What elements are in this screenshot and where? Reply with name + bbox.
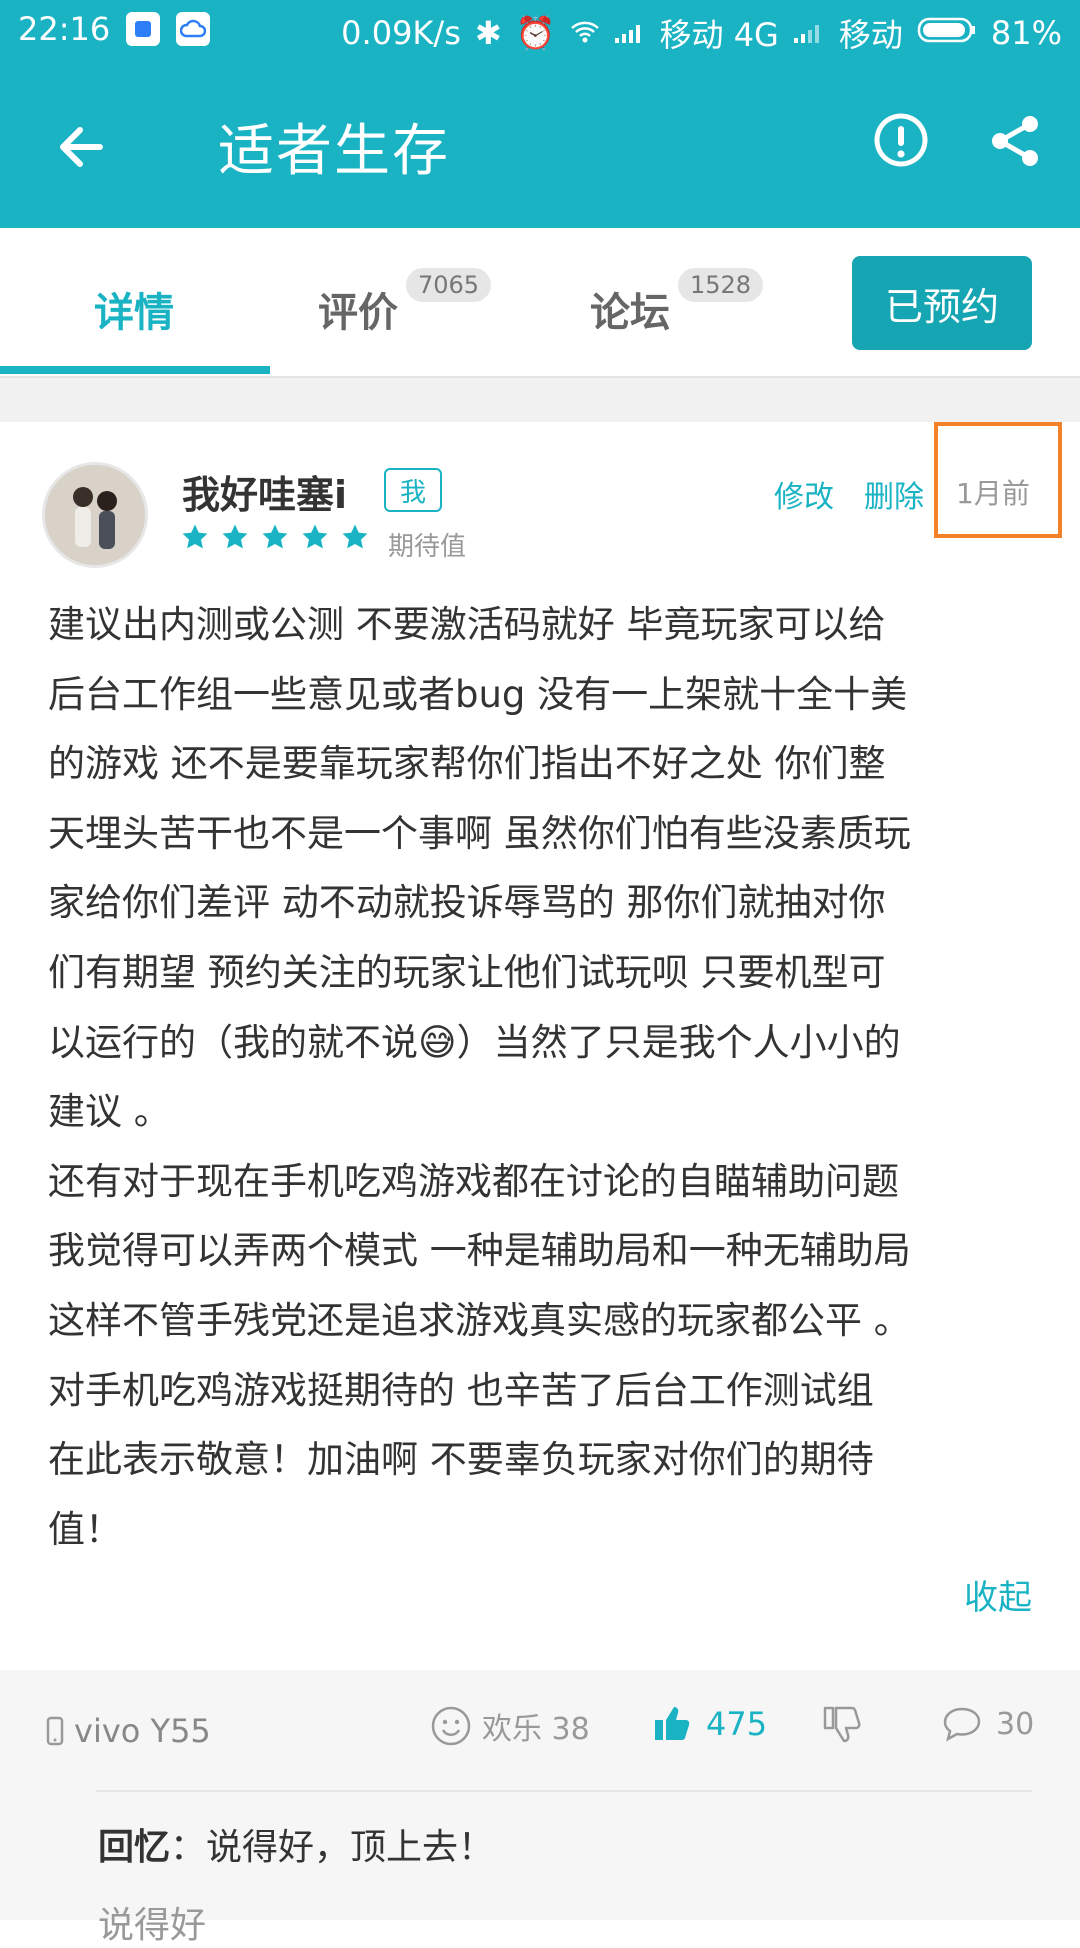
star-icon [182, 524, 208, 549]
arrow-left-icon[interactable] [52, 112, 122, 182]
funny-button[interactable]: 欢乐 38 [430, 1704, 590, 1748]
review-line: 后台工作组一些意见或者bug 没有一上架就十全十美 [48, 672, 908, 716]
review-line: 在此表示敬意！加油啊 不要辜负玩家对你们的期待 [48, 1438, 874, 1482]
reply-item[interactable]: 回忆：说得好，顶上去！ [98, 1818, 494, 1870]
like-count: 475 [706, 1705, 768, 1743]
reply-username[interactable]: 回忆 [98, 1827, 170, 1868]
review-line: 我觉得可以弄两个模式 一种是辅助局和一种无辅助局 [48, 1229, 911, 1273]
star-icon [342, 524, 368, 549]
review-line: 以运行的（我的就不说😅）当然了只是我个人小小的 [48, 1020, 901, 1064]
star-icon [262, 524, 288, 549]
review-line: 值！ [48, 1507, 122, 1551]
collapse-link[interactable]: 收起 [964, 1570, 1032, 1619]
review-time: 1月前 [956, 477, 1030, 510]
reserved-button[interactable]: 已预约 [852, 256, 1032, 350]
review-body: 建议出内测或公测 不要激活码就好 毕竟玩家可以给 后台工作组一些意见或者bug … [48, 590, 1038, 1564]
star-icon [302, 524, 328, 549]
review-line: 家给你们差评 动不动就投诉辱骂的 那你们就抽对你 [48, 881, 886, 925]
username[interactable]: 我好哇塞i [182, 464, 347, 519]
me-badge: 我 [384, 468, 442, 512]
review-line: 天埋头苦干也不是一个事啊 虽然你们怕有些没素质玩 [48, 811, 911, 855]
review-line: 建议 。 [48, 1090, 171, 1134]
app-notification-icon [126, 12, 161, 46]
battery-icon [917, 14, 977, 52]
tab-bar: 详情 评价7065 论坛1528 已预约 [0, 228, 1080, 378]
rating-stars [180, 522, 370, 552]
exclamation-circle-icon[interactable] [872, 112, 930, 170]
rating-label: 期待值 [388, 532, 467, 562]
forum-count-badge: 1528 [678, 268, 764, 302]
star-icon [222, 524, 248, 549]
device-name: vivo Y55 [74, 1712, 211, 1750]
battery-percent: 81% [990, 14, 1062, 52]
review-footer: vivo Y55 欢乐 38 475 30 回忆：说得好，顶上去！ 说得好 [0, 1670, 1080, 1946]
carrier-2: 移动 [838, 16, 903, 54]
net-speed: 0.09K/s [341, 14, 461, 52]
alarm-icon: ⏰ [515, 14, 556, 52]
footer-divider [96, 1790, 1032, 1792]
thumbs-up-icon [655, 1707, 690, 1740]
funny-label: 欢乐 38 [482, 1712, 590, 1747]
edit-button[interactable]: 修改 [774, 472, 834, 516]
review-line: 的游戏 还不是要靠玩家帮你们指出不好之处 你们整 [48, 742, 886, 786]
tab-forum[interactable]: 论坛1528 [590, 268, 764, 338]
bluetooth-icon: ✱ [474, 14, 502, 52]
page-title: 适者生存 [218, 119, 450, 184]
comment-count: 30 [996, 1706, 1035, 1742]
status-time: 22:16 [18, 10, 111, 48]
reviews-count-badge: 7065 [406, 268, 492, 302]
review-line: 这样不管手残党还是追求游戏真实感的玩家都公平 。 [48, 1298, 911, 1342]
device-info: vivo Y55 [46, 1712, 211, 1750]
tab-reviews-label: 评价 [318, 290, 398, 336]
signal-icon-2 [793, 14, 825, 52]
tab-details-label: 详情 [94, 290, 174, 336]
comment-icon [943, 1707, 981, 1742]
review-card: 我好哇塞i 我 期待值 修改 删除 1月前 建议出内测或公测 不要激活码就好 毕… [0, 422, 1080, 1670]
phone-icon [46, 1716, 64, 1746]
review-line: 对手机吃鸡游戏挺期待的 也辛苦了后台工作测试组 [48, 1368, 874, 1412]
review-line: 还有对于现在手机吃鸡游戏都在讨论的自瞄辅助问题 [48, 1159, 899, 1203]
tab-underline [0, 366, 270, 374]
avatar[interactable] [42, 462, 148, 568]
signal-icon [614, 14, 646, 52]
delete-button[interactable]: 删除 [864, 472, 924, 516]
cloud-notification-icon [176, 12, 211, 46]
tab-reviews[interactable]: 评价7065 [318, 268, 492, 338]
reply-text: ：说得好，顶上去！ [170, 1827, 495, 1868]
tab-details[interactable]: 详情 [94, 280, 174, 338]
comment-button[interactable]: 30 [942, 1706, 1034, 1742]
carrier-1: 移动 4G [659, 16, 779, 54]
status-bar: 22:16 0.09K/s ✱ ⏰ 移动 4G 移动 81% [0, 0, 1080, 62]
dislike-button[interactable] [822, 1704, 862, 1748]
thumbs-down-icon [823, 1706, 861, 1743]
reply-item-partial[interactable]: 说得好 [98, 1896, 206, 1948]
smiley-icon [431, 1706, 471, 1746]
review-line: 建议出内测或公测 不要激活码就好 毕竟玩家可以给 [48, 603, 886, 646]
app-bar: 适者生存 [0, 62, 1080, 228]
wifi-icon [570, 14, 600, 52]
review-line: 们有期望 预约关注的玩家让他们试玩呗 只要机型可 [48, 950, 886, 994]
share-icon[interactable] [986, 112, 1044, 170]
tab-forum-label: 论坛 [590, 290, 670, 336]
like-button[interactable]: 475 [652, 1704, 767, 1744]
section-divider [0, 378, 1080, 422]
